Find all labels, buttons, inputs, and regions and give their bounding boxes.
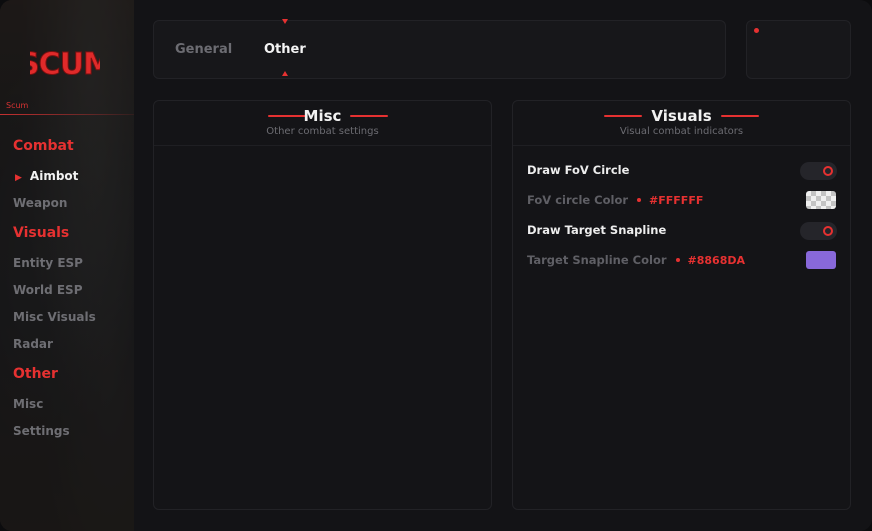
visuals-panel-subtitle: Visual combat indicators bbox=[619, 126, 744, 137]
target-snapline-color-row: Target Snapline Color #8868DA bbox=[527, 253, 745, 267]
tab-bar: General Other bbox=[153, 19, 726, 79]
active-tab-marker-top-icon bbox=[282, 19, 288, 24]
scum-logo: SCUM bbox=[30, 47, 100, 83]
misc-panel: Misc Other combat settings bbox=[153, 100, 492, 510]
tab-other[interactable]: Other bbox=[264, 42, 306, 57]
bullet-icon bbox=[675, 258, 680, 262]
app-window: SCUM Scum Combat ▶ Aimbot Weapon Visuals … bbox=[0, 0, 872, 531]
fov-circle-color-label: FoV circle Color bbox=[527, 193, 629, 207]
target-snapline-color-swatch[interactable] bbox=[806, 251, 836, 269]
nav-section-visuals: Visuals bbox=[13, 225, 70, 241]
title-line-right bbox=[350, 115, 388, 117]
tab-general[interactable]: General bbox=[175, 42, 232, 57]
nav-section-other: Other bbox=[13, 366, 58, 382]
draw-target-snapline-toggle[interactable] bbox=[800, 222, 837, 240]
toggle-knob bbox=[823, 166, 833, 176]
nav-section-combat: Combat bbox=[13, 138, 74, 154]
active-tab-marker-bottom-icon bbox=[282, 71, 288, 76]
misc-panel-title: Misc bbox=[303, 107, 342, 125]
brand-divider bbox=[0, 114, 134, 115]
sidebar-item-world-esp[interactable]: World ESP bbox=[13, 283, 83, 297]
sidebar-item-weapon[interactable]: Weapon bbox=[13, 196, 67, 210]
sidebar-item-settings[interactable]: Settings bbox=[13, 424, 70, 438]
title-line-right bbox=[721, 115, 759, 117]
visuals-panel-title: Visuals bbox=[651, 107, 712, 125]
fov-circle-color-row: FoV circle Color #FFFFFF bbox=[527, 193, 703, 207]
sidebar: SCUM Scum Combat ▶Aimbot Weapon Visuals … bbox=[0, 0, 134, 531]
toggle-knob bbox=[823, 226, 833, 236]
logo-text: SCUM bbox=[30, 47, 100, 82]
fov-circle-color-swatch[interactable] bbox=[806, 191, 836, 209]
target-snapline-color-label: Target Snapline Color bbox=[527, 253, 667, 267]
draw-target-snapline-label: Draw Target Snapline bbox=[527, 223, 667, 237]
misc-panel-subtitle: Other combat settings bbox=[266, 126, 379, 137]
sidebar-item-radar[interactable]: Radar bbox=[13, 337, 53, 351]
brand-subtitle: Scum bbox=[6, 101, 29, 110]
draw-fov-circle-toggle[interactable] bbox=[800, 162, 837, 180]
fov-circle-color-hex: #FFFFFF bbox=[649, 194, 704, 207]
bullet-icon bbox=[637, 198, 642, 202]
active-arrow-icon: ▶ bbox=[15, 173, 22, 183]
target-snapline-color-hex: #8868DA bbox=[687, 254, 746, 267]
status-dot-icon bbox=[754, 28, 759, 33]
visuals-panel-header: Visuals Visual combat indicators bbox=[513, 101, 850, 146]
sidebar-item-misc[interactable]: Misc bbox=[13, 397, 43, 411]
sidebar-item-misc-visuals[interactable]: Misc Visuals bbox=[13, 310, 96, 324]
misc-panel-header: Misc Other combat settings bbox=[154, 101, 491, 146]
draw-fov-circle-label: Draw FoV Circle bbox=[527, 163, 630, 177]
sidebar-item-entity-esp[interactable]: Entity ESP bbox=[13, 256, 83, 270]
status-box bbox=[746, 20, 851, 79]
visuals-panel: Visuals Visual combat indicators Draw Fo… bbox=[512, 100, 851, 510]
sidebar-item-label: Aimbot bbox=[29, 169, 79, 183]
sidebar-item-aimbot[interactable]: ▶ Aimbot bbox=[15, 169, 78, 183]
